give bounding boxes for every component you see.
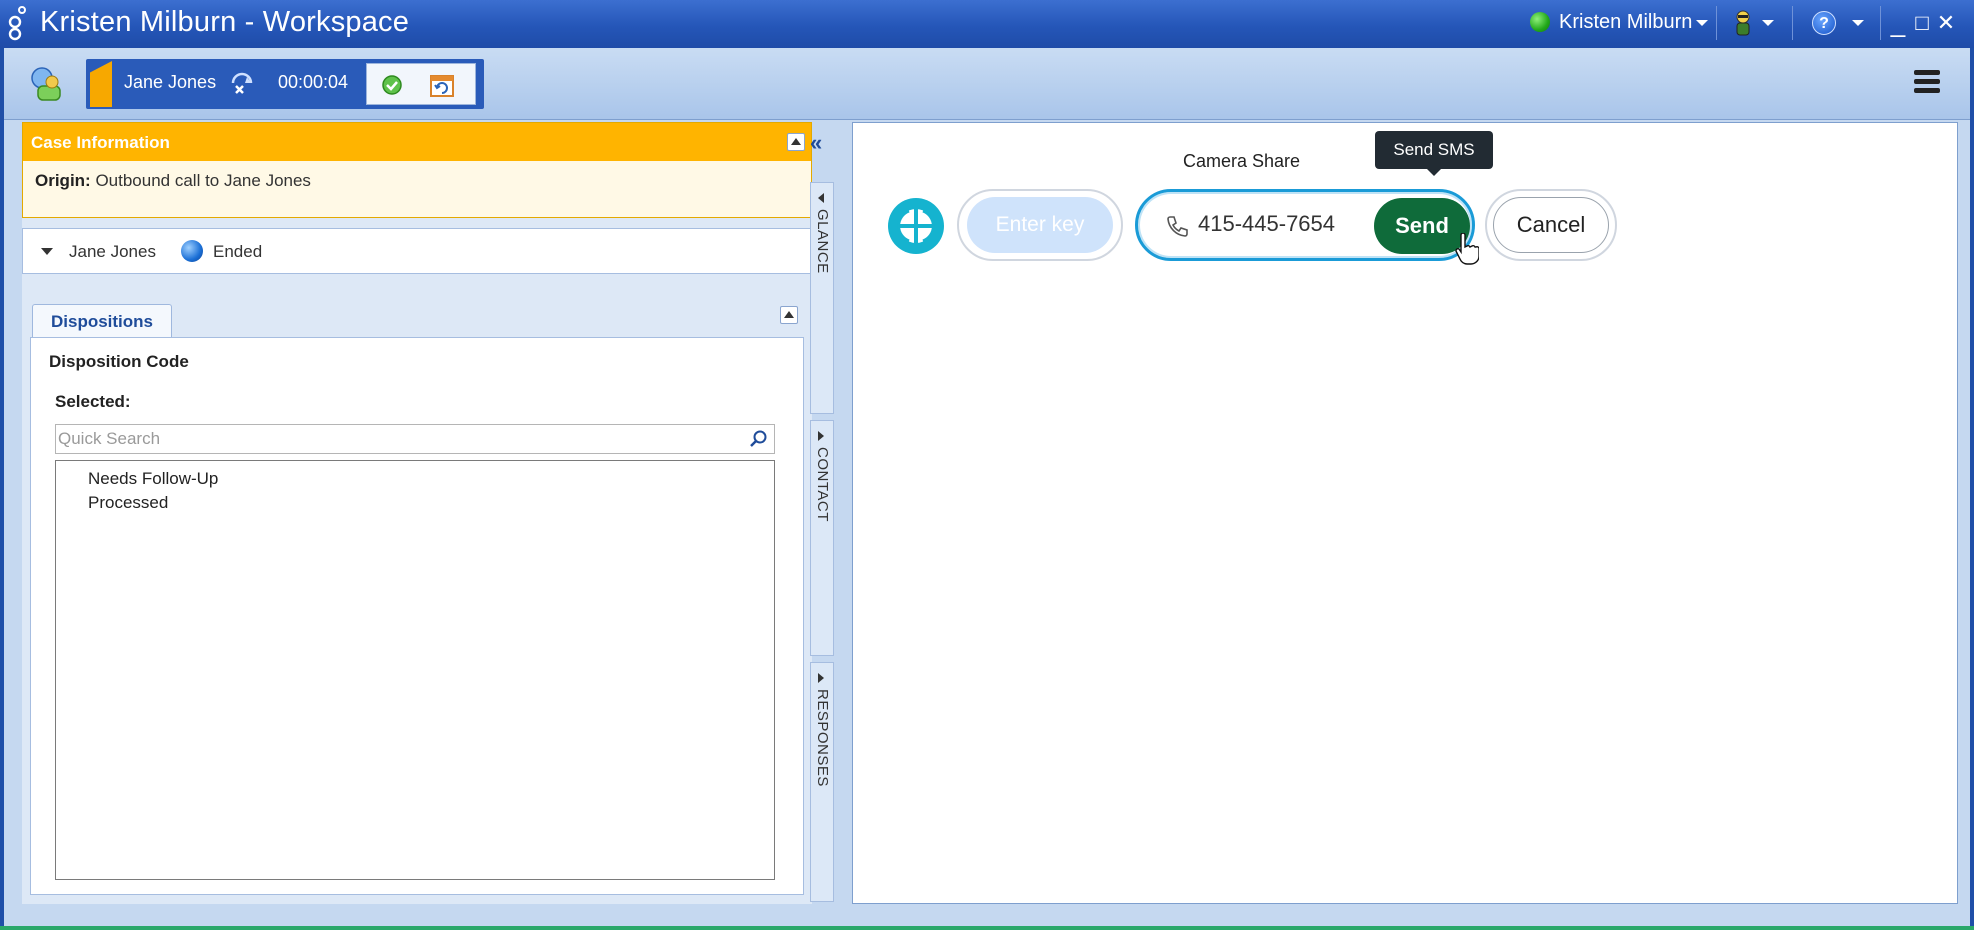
tab-responses[interactable]: RESPONSES	[810, 662, 834, 902]
party-row[interactable]: Jane Jones Ended	[22, 228, 812, 274]
active-call-chip[interactable]: Jane Jones 00:00:04	[86, 59, 484, 109]
cancel-button[interactable]: Cancel	[1493, 197, 1609, 253]
close-button[interactable]: ✕	[1934, 6, 1958, 40]
list-item[interactable]: Processed	[56, 491, 774, 515]
search-icon[interactable]	[748, 429, 768, 449]
tab-glance[interactable]: GLANCE	[810, 182, 834, 414]
schedule-callback-icon[interactable]	[429, 72, 455, 98]
hand-cursor-icon	[1455, 233, 1479, 265]
list-item[interactable]: Needs Follow-Up	[56, 467, 774, 491]
call-contact-name: Jane Jones	[124, 72, 217, 92]
workspace-main: Case Information Origin: Outbound call t…	[4, 120, 1970, 926]
taskbar-strip	[0, 926, 1974, 930]
enter-key-input[interactable]: Enter key	[967, 197, 1113, 253]
case-origin: Origin: Outbound call to Jane Jones	[23, 161, 811, 201]
toolbar-divider	[1880, 6, 1881, 40]
phone-number-value: 415-445-7654	[1198, 211, 1336, 236]
cancel-wrapper: Cancel	[1485, 189, 1617, 261]
interaction-toolbar: Jane Jones 00:00:04	[4, 48, 1970, 120]
disposition-codes-list: Needs Follow-Up Processed	[55, 460, 775, 880]
window-title: Kristen Milburn - Workspace	[40, 6, 410, 38]
origin-label: Origin:	[35, 171, 91, 190]
contact-label: CONTACT	[814, 447, 831, 522]
quick-search-input[interactable]	[56, 425, 736, 453]
phone-icon	[1167, 216, 1188, 237]
interaction-details-panel: Case Information Origin: Outbound call t…	[22, 122, 812, 904]
workspace-logo-icon	[8, 6, 26, 41]
tab-dispositions[interactable]: Dispositions	[32, 304, 172, 338]
collapse-case-info-icon[interactable]	[787, 133, 805, 151]
case-information-header[interactable]: Case Information	[23, 123, 811, 161]
send-sms-tooltip: Send SMS	[1375, 131, 1493, 176]
contact-arrow-icon	[818, 431, 824, 441]
toolbar-divider	[1792, 6, 1793, 40]
call-state-icon	[181, 240, 203, 262]
party-name: Jane Jones	[69, 242, 156, 261]
agent-menu-chevron-icon[interactable]	[1762, 20, 1774, 26]
responses-label: RESPONSES	[814, 689, 831, 787]
help-icon[interactable]: ?	[1812, 11, 1836, 35]
dispositions-panel: Disposition Code Selected: Needs Follow-…	[30, 337, 804, 895]
call-timer: 00:00:04	[278, 72, 349, 92]
enter-key-wrapper: Enter key	[957, 189, 1123, 261]
mark-done-icon[interactable]	[381, 74, 403, 96]
help-menu-chevron-icon[interactable]	[1852, 20, 1864, 26]
agent-status-icon[interactable]	[1733, 9, 1753, 37]
camera-share-logo-icon	[888, 198, 944, 254]
tab-contact[interactable]: CONTACT	[810, 420, 834, 656]
phone-number-field[interactable]: 415-445-7654 Send	[1135, 189, 1475, 261]
camera-share-title: Camera Share	[1183, 151, 1301, 171]
responses-arrow-icon	[818, 673, 824, 683]
glance-label: GLANCE	[814, 209, 831, 274]
toolbar-divider	[1716, 6, 1717, 40]
origin-value: Outbound call to Jane Jones	[95, 171, 311, 190]
disposition-code-label: Disposition Code	[49, 352, 189, 371]
call-disconnected-icon	[231, 72, 253, 94]
presence-status-icon[interactable]	[1530, 12, 1550, 32]
collapse-dispositions-icon[interactable]	[780, 306, 798, 324]
call-actions-group	[366, 63, 476, 105]
main-menu-icon[interactable]	[1914, 70, 1940, 96]
minimize-button[interactable]: _	[1886, 6, 1910, 40]
case-information-section: Case Information Origin: Outbound call t…	[22, 122, 812, 218]
case-information-title: Case Information	[31, 133, 170, 152]
camera-share-panel: Camera Share Send SMS Enter key 415-445-…	[852, 122, 1958, 904]
user-status-menu[interactable]: Kristen Milburn	[1559, 11, 1692, 34]
selected-label: Selected:	[55, 392, 131, 411]
expand-party-icon[interactable]	[41, 248, 53, 255]
user-menu-chevron-icon[interactable]	[1696, 20, 1708, 26]
quick-search-box	[55, 424, 775, 454]
party-state: Ended	[213, 242, 263, 261]
call-status-marker	[90, 61, 112, 107]
window-title-bar: Kristen Milburn - Workspace Kristen Milb…	[0, 0, 1974, 48]
maximize-button[interactable]: □	[1910, 6, 1934, 40]
interactions-icon[interactable]	[26, 64, 66, 104]
collapse-panel-icon[interactable]: «	[810, 130, 822, 156]
glance-arrow-icon	[818, 193, 824, 203]
